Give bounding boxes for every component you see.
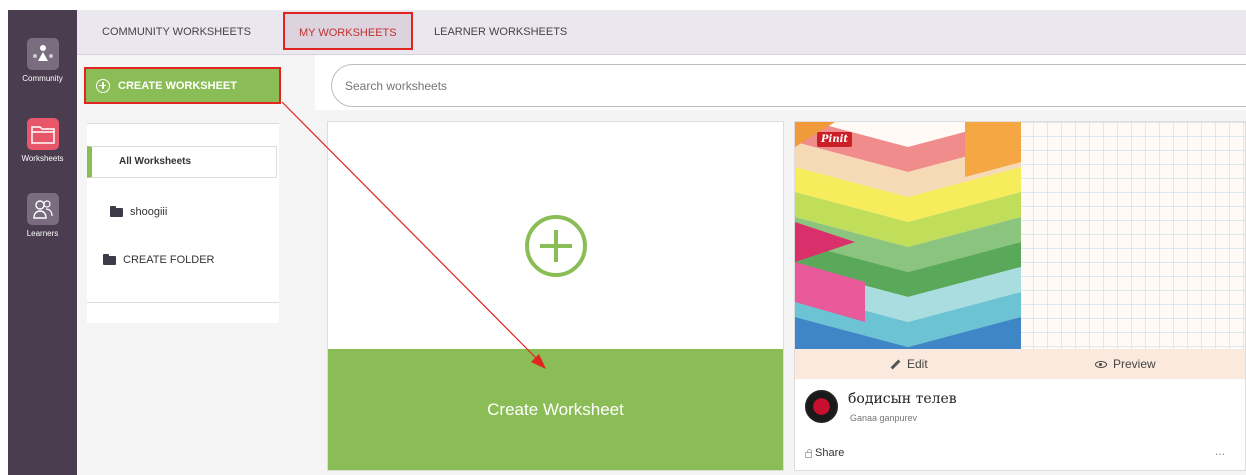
card-action-bar: Edit Preview bbox=[795, 349, 1245, 379]
preview-button[interactable]: Preview bbox=[1095, 349, 1156, 379]
share-label: Share bbox=[815, 447, 845, 459]
worksheet-author[interactable]: Ganaa ganpurev bbox=[850, 413, 917, 423]
worksheet-thumbnail[interactable]: Pinit bbox=[795, 122, 1245, 349]
pinit-badge[interactable]: Pinit bbox=[817, 132, 853, 147]
plus-circle-icon bbox=[96, 78, 110, 93]
all-worksheets-item[interactable]: All Worksheets bbox=[87, 146, 277, 178]
rail-label: Learners bbox=[26, 229, 59, 238]
worksheet-title[interactable]: бодисын телев bbox=[848, 391, 957, 407]
share-button[interactable]: Share bbox=[805, 447, 844, 459]
rail-item-learners[interactable]: Learners bbox=[8, 193, 77, 238]
author-row: бодисын телев Ganaa ganpurev bbox=[805, 390, 1235, 430]
rail-item-community[interactable]: Community bbox=[8, 38, 77, 83]
create-worksheet-button[interactable]: CREATE WORKSHEET bbox=[84, 67, 281, 104]
folder-label: shoogiii bbox=[130, 206, 168, 218]
plus-circle-icon bbox=[525, 215, 587, 277]
edit-button[interactable]: Edit bbox=[890, 349, 928, 379]
create-worksheet-card[interactable]: Create Worksheet bbox=[327, 121, 784, 471]
more-options-button[interactable]: ... bbox=[1215, 444, 1225, 458]
create-worksheet-label: CREATE WORKSHEET bbox=[118, 79, 237, 92]
rail-label: Worksheets bbox=[21, 154, 64, 163]
eye-icon bbox=[1095, 360, 1107, 368]
pencil-icon bbox=[890, 359, 901, 369]
avatar[interactable] bbox=[805, 390, 838, 423]
folder-panel: All Worksheets shoogiii CREATE FOLDER bbox=[87, 123, 279, 323]
divider bbox=[87, 302, 279, 303]
lock-icon bbox=[805, 448, 812, 458]
folder-icon bbox=[110, 205, 123, 217]
folder-icon bbox=[26, 118, 59, 150]
search-input[interactable] bbox=[331, 64, 1246, 107]
tab-learner-worksheets[interactable]: LEARNER WORKSHEETS bbox=[434, 10, 567, 55]
learners-icon bbox=[26, 193, 59, 225]
edit-label: Edit bbox=[907, 357, 928, 371]
create-folder-button[interactable]: CREATE FOLDER bbox=[103, 253, 215, 266]
worksheet-card[interactable]: Pinit Edit Preview бодисын телев Ganaa g… bbox=[794, 121, 1246, 471]
folder-item[interactable]: shoogiii bbox=[110, 205, 168, 218]
preview-label: Preview bbox=[1113, 357, 1156, 371]
app-rail: Community Worksheets Learners bbox=[8, 10, 77, 475]
rail-item-worksheets[interactable]: Worksheets bbox=[8, 118, 77, 163]
tab-my-worksheets[interactable]: MY WORKSHEETS bbox=[283, 12, 413, 50]
tab-community-worksheets[interactable]: COMMUNITY WORKSHEETS bbox=[102, 10, 251, 55]
folder-icon bbox=[103, 253, 116, 265]
top-tab-bar: COMMUNITY WORKSHEETS MY WORKSHEETS LEARN… bbox=[77, 10, 1246, 55]
create-folder-label: CREATE FOLDER bbox=[123, 254, 215, 266]
create-worksheet-card-label: Create Worksheet bbox=[328, 349, 783, 470]
community-icon bbox=[26, 38, 59, 70]
rail-label: Community bbox=[22, 74, 63, 83]
